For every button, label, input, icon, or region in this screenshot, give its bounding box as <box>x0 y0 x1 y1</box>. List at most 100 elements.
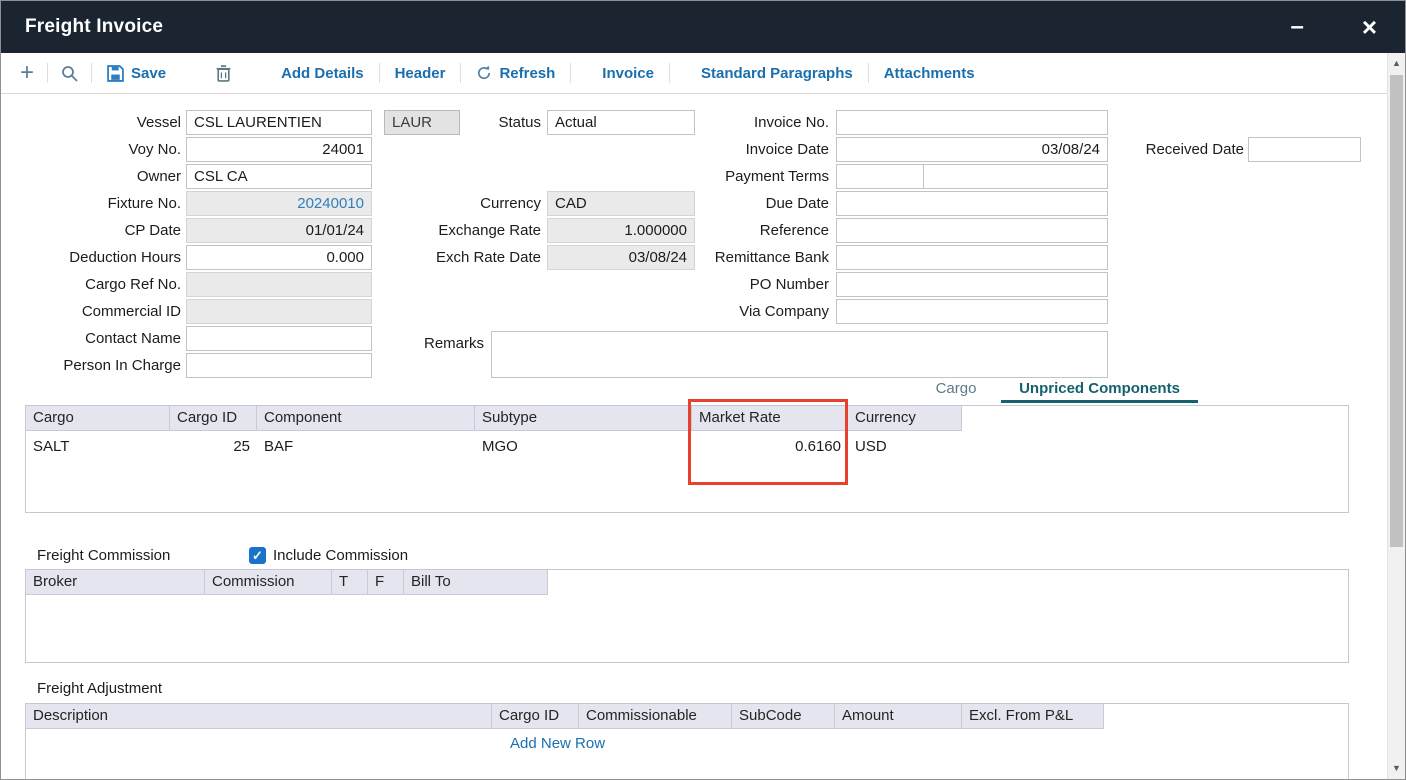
search-icon <box>61 65 78 82</box>
person-in-charge-field[interactable] <box>186 353 372 378</box>
exchange-rate-label: Exchange Rate <box>401 218 541 243</box>
invoice-no-field[interactable] <box>836 110 1108 135</box>
unpriced-components-grid: Cargo Cargo ID Component Subtype Market … <box>25 405 1349 513</box>
toolbar-separator <box>379 63 380 83</box>
cp-date-label: CP Date <box>21 218 181 243</box>
currency-label: Currency <box>401 191 541 216</box>
via-company-field[interactable] <box>836 299 1108 324</box>
close-icon[interactable]: × <box>1362 14 1377 40</box>
minimize-icon[interactable]: – <box>1290 15 1303 39</box>
search-button[interactable] <box>52 65 87 82</box>
vertical-scrollbar[interactable]: ▲ ▼ <box>1387 53 1405 779</box>
invoice-button[interactable]: Invoice <box>591 65 665 82</box>
received-date-label: Received Date <box>1109 137 1244 162</box>
reference-field[interactable] <box>836 218 1108 243</box>
toolbar-separator <box>91 63 92 83</box>
remittance-bank-label: Remittance Bank <box>669 245 829 270</box>
attachments-label: Attachments <box>884 65 975 82</box>
via-company-label: Via Company <box>669 299 829 324</box>
freight-invoice-window: Freight Invoice – × + Save Add Details H… <box>0 0 1406 780</box>
voy-no-field[interactable]: 24001 <box>186 137 372 162</box>
po-number-label: PO Number <box>669 272 829 297</box>
new-button[interactable]: + <box>11 61 43 85</box>
cell-component: BAF <box>257 431 475 461</box>
invoice-no-label: Invoice No. <box>669 110 829 135</box>
column-header-subtype[interactable]: Subtype <box>475 406 692 431</box>
invoice-date-field[interactable]: 03/08/24 <box>836 137 1108 162</box>
owner-field[interactable]: CSL CA <box>186 164 372 189</box>
refresh-label: Refresh <box>499 65 555 82</box>
plus-icon: + <box>20 61 34 85</box>
include-commission-label: Include Commission <box>273 544 408 568</box>
freight-adjustment-header-row: Description Cargo ID Commissionable SubC… <box>26 704 1348 729</box>
toolbar-separator <box>460 63 461 83</box>
scroll-up-icon[interactable]: ▲ <box>1388 55 1405 72</box>
header-button[interactable]: Header <box>384 65 457 82</box>
column-header-cargo-id[interactable]: Cargo ID <box>170 406 257 431</box>
reference-label: Reference <box>669 218 829 243</box>
save-button[interactable]: Save <box>96 65 177 82</box>
include-commission-checkbox[interactable]: ✓ <box>249 547 266 564</box>
freight-commission-grid: Broker Commission T F Bill To <box>25 569 1349 663</box>
header-label: Header <box>395 65 446 82</box>
refresh-button[interactable]: Refresh <box>465 65 566 82</box>
column-header-component[interactable]: Component <box>257 406 475 431</box>
add-details-button[interactable]: Add Details <box>270 65 375 82</box>
deduction-hours-field[interactable]: 0.000 <box>186 245 372 270</box>
payment-terms-description-field[interactable] <box>923 164 1108 189</box>
column-header-market-rate[interactable]: Market Rate <box>692 406 848 431</box>
column-header-commission[interactable]: Commission <box>205 570 332 595</box>
unpriced-components-header-row: Cargo Cargo ID Component Subtype Market … <box>26 406 1348 431</box>
column-header-currency[interactable]: Currency <box>848 406 962 431</box>
delete-button[interactable] <box>207 65 240 82</box>
freight-adjustment-title: Freight Adjustment <box>37 677 162 701</box>
standard-paragraphs-label: Standard Paragraphs <box>701 65 853 82</box>
cargo-ref-no-label: Cargo Ref No. <box>21 272 181 297</box>
column-header-excl-from-pl[interactable]: Excl. From P&L <box>962 704 1104 729</box>
cell-cargo-id: 25 <box>170 431 257 461</box>
standard-paragraphs-button[interactable]: Standard Paragraphs <box>690 65 864 82</box>
po-number-field[interactable] <box>836 272 1108 297</box>
received-date-field[interactable] <box>1248 137 1361 162</box>
window-controls: – × <box>1290 14 1381 40</box>
fixture-no-field[interactable]: 20240010 <box>186 191 372 216</box>
toolbar-separator <box>47 63 48 83</box>
freight-commission-title: Freight Commission <box>37 544 170 568</box>
due-date-field[interactable] <box>836 191 1108 216</box>
remarks-field[interactable] <box>491 331 1108 378</box>
column-header-description[interactable]: Description <box>26 704 492 729</box>
freight-commission-header-row: Broker Commission T F Bill To <box>26 570 1348 595</box>
remittance-bank-field[interactable] <box>836 245 1108 270</box>
payment-terms-field[interactable] <box>836 164 924 189</box>
cell-market-rate: 0.6160 <box>692 431 848 461</box>
commercial-id-label: Commercial ID <box>21 299 181 324</box>
column-header-adj-cargo-id[interactable]: Cargo ID <box>492 704 579 729</box>
column-header-cargo[interactable]: Cargo <box>26 406 170 431</box>
vessel-label: Vessel <box>21 110 181 135</box>
window-titlebar: Freight Invoice – × <box>1 1 1405 53</box>
add-new-row-link[interactable]: Add New Row <box>510 735 605 752</box>
column-header-commissionable[interactable]: Commissionable <box>579 704 732 729</box>
status-label: Status <box>401 110 541 135</box>
column-header-bill-to[interactable]: Bill To <box>404 570 548 595</box>
cargo-ref-no-field <box>186 272 372 297</box>
cp-date-field: 01/01/24 <box>186 218 372 243</box>
cell-subtype: MGO <box>475 431 692 461</box>
scroll-down-icon[interactable]: ▼ <box>1388 760 1405 777</box>
fixture-no-label: Fixture No. <box>21 191 181 216</box>
attachments-button[interactable]: Attachments <box>873 65 986 82</box>
column-header-f[interactable]: F <box>368 570 404 595</box>
column-header-t[interactable]: T <box>332 570 368 595</box>
freight-adjustment-grid: Description Cargo ID Commissionable SubC… <box>25 703 1349 780</box>
deduction-hours-label: Deduction Hours <box>21 245 181 270</box>
scrollbar-thumb[interactable] <box>1390 75 1403 547</box>
column-header-broker[interactable]: Broker <box>26 570 205 595</box>
person-in-charge-label: Person In Charge <box>21 353 181 378</box>
tab-cargo[interactable]: Cargo <box>924 377 988 400</box>
unpriced-components-row[interactable]: SALT 25 BAF MGO 0.6160 USD <box>26 431 1348 461</box>
vessel-field[interactable]: CSL LAURENTIEN <box>186 110 372 135</box>
window-title: Freight Invoice <box>25 16 163 38</box>
column-header-amount[interactable]: Amount <box>835 704 962 729</box>
column-header-subcode[interactable]: SubCode <box>732 704 835 729</box>
tab-unpriced-components[interactable]: Unpriced Components <box>1001 377 1198 403</box>
